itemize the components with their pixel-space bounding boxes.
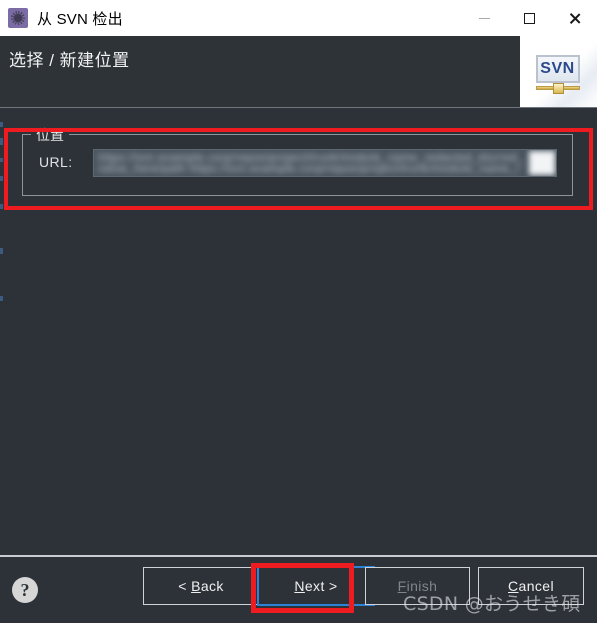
- finish-button-label: Finish: [397, 578, 438, 594]
- window-title: 从 SVN 检出: [37, 10, 123, 28]
- url-input-value: https://svn.example.corp/repos/project/t…: [98, 153, 524, 175]
- edge-marker: [0, 248, 3, 254]
- page-title: 选择 / 新建位置: [9, 51, 130, 70]
- svn-logo-text: SVN: [540, 59, 575, 77]
- wizard-header: 选择 / 新建位置 SVN: [0, 36, 597, 108]
- url-label: URL:: [39, 154, 73, 170]
- maximize-button[interactable]: [507, 0, 552, 36]
- next-button-label: Next >: [294, 578, 338, 594]
- finish-button: Finish: [365, 567, 470, 605]
- svn-repository-icon: [8, 8, 28, 28]
- svn-logo-icon: SVN: [520, 36, 597, 108]
- url-input[interactable]: https://svn.example.corp/repos/project/t…: [93, 149, 557, 177]
- back-button[interactable]: < Back: [143, 567, 259, 605]
- maximize-icon: [524, 12, 535, 24]
- edge-marker: [0, 138, 3, 145]
- dialog-footer: ? < Back Next > Finish Cancel: [0, 557, 597, 623]
- edge-marker: [0, 122, 3, 127]
- cancel-button[interactable]: Cancel: [478, 567, 584, 605]
- minimize-button[interactable]: [462, 0, 507, 36]
- window-controls: [462, 0, 597, 36]
- minimize-icon: [479, 17, 490, 19]
- svn-checkout-dialog: 从 SVN 检出 选择 / 新建位置 SVN 位置 URL: https://s…: [0, 0, 597, 623]
- dialog-body: 位置 URL: https://svn.example.corp/repos/p…: [0, 108, 597, 555]
- next-button[interactable]: Next >: [257, 566, 375, 606]
- title-bar: 从 SVN 检出: [0, 0, 597, 36]
- edge-marker: [0, 158, 3, 162]
- edge-marker: [0, 296, 3, 301]
- close-icon: [568, 12, 581, 25]
- location-group-box: 位置 URL: https://svn.example.corp/repos/p…: [22, 125, 573, 196]
- edge-marker: [0, 176, 3, 181]
- location-group-label: 位置: [31, 125, 69, 145]
- help-icon[interactable]: ?: [12, 577, 38, 603]
- back-button-label: < Back: [178, 578, 224, 594]
- chevron-down-icon[interactable]: [529, 151, 555, 175]
- close-button[interactable]: [552, 0, 597, 36]
- edge-marker: [0, 204, 3, 209]
- cancel-button-label: Cancel: [508, 578, 554, 594]
